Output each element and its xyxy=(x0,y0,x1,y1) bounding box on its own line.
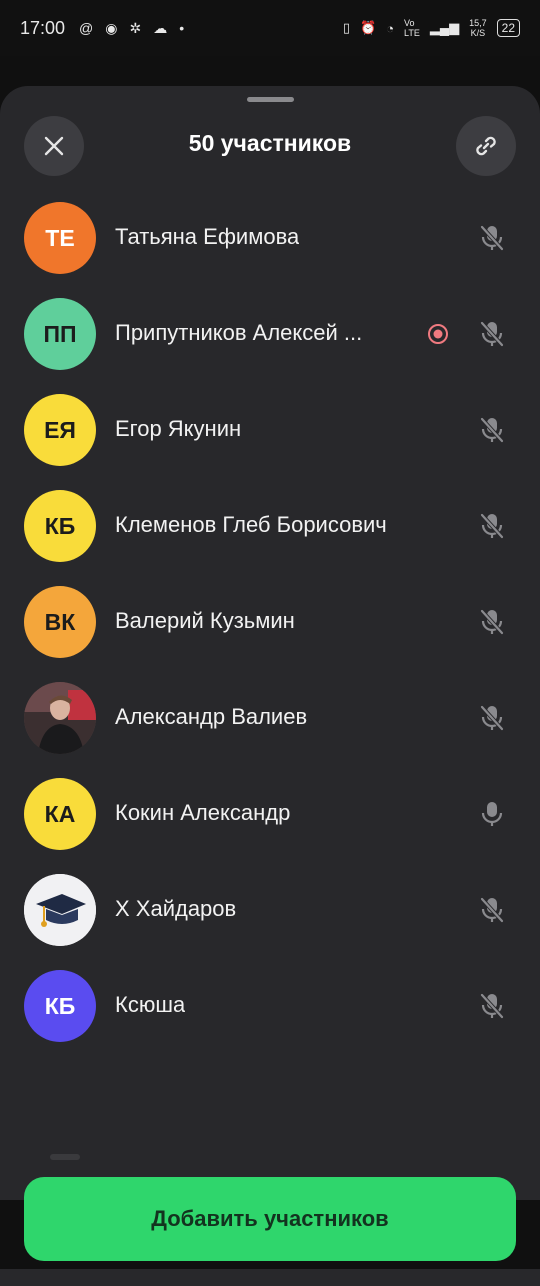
add-participants-button[interactable]: Добавить участников xyxy=(24,1177,516,1261)
participant-row[interactable]: КА Кокин Александр xyxy=(0,766,540,862)
avatar-initials: ВК xyxy=(44,608,76,635)
participants-list[interactable]: ТЕ Татьяна Ефимова ПП Припутников Алексей .… xyxy=(0,190,540,1054)
avatar: ПП xyxy=(24,298,96,370)
participant-name: Припутников Алексей ... xyxy=(115,320,363,345)
avatar xyxy=(24,682,96,754)
avatar-initials: КБ xyxy=(44,992,76,1019)
copy-link-button[interactable] xyxy=(456,116,516,176)
avatar-initials: ПП xyxy=(43,320,77,347)
avatar: ТЕ xyxy=(24,202,96,274)
avatar-initials: ТЕ xyxy=(45,224,75,251)
net-type: Vo LTE xyxy=(404,18,420,38)
participant-row[interactable]: КБ Ксюша xyxy=(0,958,540,1054)
participant-row[interactable]: Александр Валиев xyxy=(0,670,540,766)
avatar: КА xyxy=(24,778,96,850)
avatar xyxy=(24,874,96,946)
notification-icons: @ ◉ ✲ ☁ • xyxy=(79,20,184,37)
avatar-initials: КБ xyxy=(44,512,76,539)
status-time: 17:00 xyxy=(20,17,66,38)
mic-muted-icon xyxy=(479,992,505,1020)
participant-name: Клеменов Глеб Борисович xyxy=(115,512,387,537)
participant-row[interactable]: ПП Припутников Алексей ... xyxy=(0,286,540,382)
bottom-spacer xyxy=(0,1269,540,1286)
dot-icon: • xyxy=(179,20,185,36)
mic-icon xyxy=(479,800,505,828)
avatar-initials: ЕЯ xyxy=(44,416,76,443)
recording-icon xyxy=(427,323,449,345)
mic-muted-icon xyxy=(479,608,505,636)
sparkle-icon: ✲ xyxy=(129,19,142,36)
wifi-icon: ◔ xyxy=(386,20,395,36)
network-speed-value: 15,7 xyxy=(469,18,487,28)
vibrate-icon: ▯ xyxy=(342,20,350,35)
avatar: КБ xyxy=(24,490,96,562)
network-speed: 15,7 K/S xyxy=(469,18,487,38)
participant-name: Александр Валиев xyxy=(115,704,308,729)
at-icon: @ xyxy=(79,20,94,36)
mic-muted-icon xyxy=(479,416,505,444)
participant-name: Кокин Александр xyxy=(115,800,291,825)
avatar: ЕЯ xyxy=(24,394,96,466)
mic-muted-icon xyxy=(479,320,505,348)
avatar: КБ xyxy=(24,970,96,1042)
mic-muted-icon xyxy=(479,224,505,252)
participant-row[interactable]: КБ Клеменов Глеб Борисович xyxy=(0,478,540,574)
net-type-top: Vo xyxy=(404,18,415,28)
battery-icon: 22 xyxy=(496,19,520,37)
mic-muted-icon xyxy=(479,512,505,540)
avatar: ВК xyxy=(24,586,96,658)
drag-handle[interactable] xyxy=(247,97,294,102)
mic-muted-icon xyxy=(479,896,505,924)
chat-icon: ◉ xyxy=(105,19,118,36)
participant-row[interactable]: Х Хайдаров xyxy=(0,862,540,958)
participant-name: Татьяна Ефимова xyxy=(115,224,300,249)
participant-row[interactable]: ЕЯ Егор Якунин xyxy=(0,382,540,478)
status-bar: 17:00 @ ◉ ✲ ☁ • ▯ ⏰ ◔ Vo LTE ▂▄▆ 15,7 K/… xyxy=(0,0,540,56)
participant-name: Х Хайдаров xyxy=(115,896,237,921)
participant-row[interactable]: ТЕ Татьяна Ефимова xyxy=(0,190,540,286)
app-icon: ☁ xyxy=(153,19,168,36)
network-speed-unit: K/S xyxy=(470,28,486,38)
alarm-icon: ⏰ xyxy=(360,20,377,35)
net-type-bottom: LTE xyxy=(404,28,420,38)
next-row-peek xyxy=(50,1154,80,1160)
avatar-initials: КА xyxy=(44,800,76,827)
participant-name: Егор Якунин xyxy=(115,416,242,441)
participant-name: Валерий Кузьмин xyxy=(115,608,295,633)
signal-icon: ▂▄▆ xyxy=(429,20,460,35)
link-icon xyxy=(476,136,496,156)
participant-name: Ксюша xyxy=(115,992,186,1017)
participant-row[interactable]: ВК Валерий Кузьмин xyxy=(0,574,540,670)
mic-muted-icon xyxy=(479,704,505,732)
participants-sheet: 50 участников ТЕ Татьяна Ефимова ПП Припутн… xyxy=(0,86,540,1286)
system-icons: ▯ ⏰ ◔ Vo LTE ▂▄▆ 15,7 K/S 22 xyxy=(343,18,520,38)
